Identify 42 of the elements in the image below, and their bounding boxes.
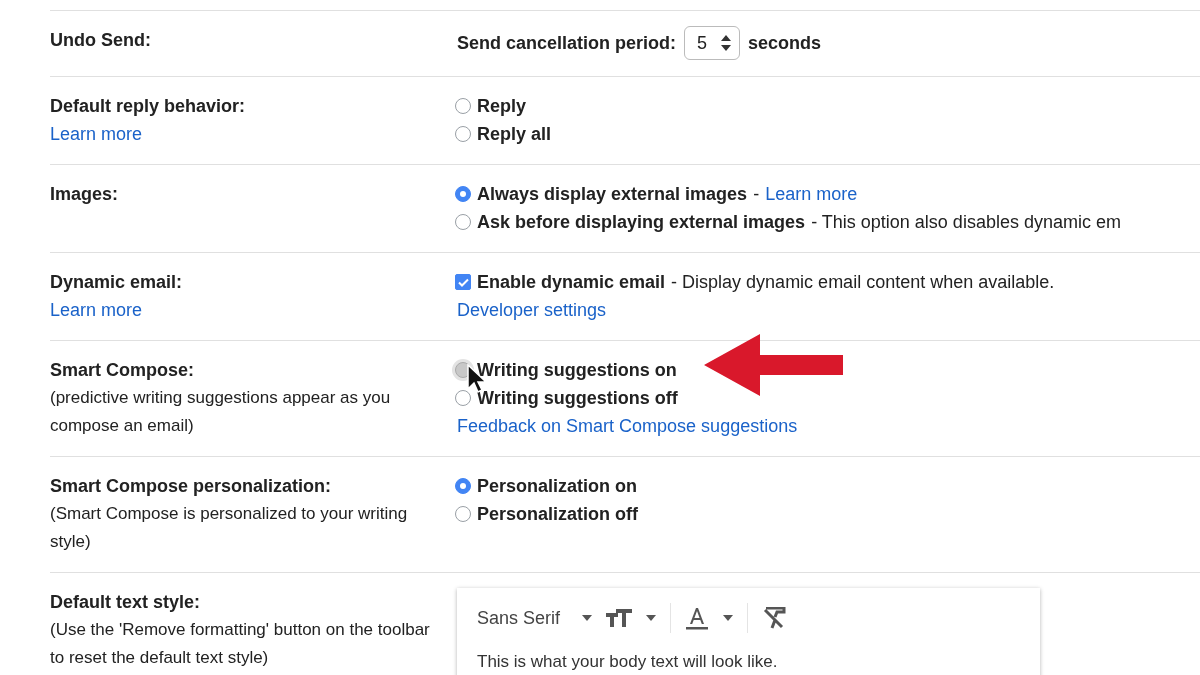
setting-title: Undo Send: <box>50 29 151 52</box>
feedback-link[interactable]: Feedback on Smart Compose suggestions <box>457 412 798 440</box>
unit-label: seconds <box>748 32 822 55</box>
number-select[interactable]: 5 <box>684 26 741 60</box>
setting-title: Smart Compose personalization: <box>50 475 332 498</box>
text-color-icon[interactable] <box>685 606 710 630</box>
option-note: - Display dynamic email content when available. <box>671 271 1055 294</box>
field-label: Send cancellation period: <box>457 32 677 55</box>
caret-icon <box>723 615 734 621</box>
caret-icon <box>582 615 593 621</box>
option-label: Personalization on <box>477 475 638 498</box>
setting-title: Dynamic email: <box>50 271 183 294</box>
remove-formatting-icon[interactable] <box>762 607 787 629</box>
learn-more-link[interactable]: Learn more <box>50 296 143 324</box>
font-dropdown[interactable]: Sans Serif <box>477 607 561 629</box>
text-size-icon[interactable] <box>606 609 633 627</box>
option-label: Ask before displaying external images <box>477 211 806 234</box>
option-note: - This option also disables dynamic em <box>811 211 1121 234</box>
option-label: Writing suggestions on <box>477 359 677 382</box>
checkbox[interactable] <box>455 274 471 290</box>
setting-description: (Use the 'Remove formatting' button on the toolbar to reset the default text style) <box>50 619 431 669</box>
setting-title: Smart Compose: <box>50 359 195 382</box>
setting-description: (Smart Compose is personalized to your writing style) <box>50 503 409 553</box>
caret-icon <box>646 615 657 621</box>
sample-text: This is what your body text will look like. <box>477 652 779 672</box>
setting-title: Default reply behavior: <box>50 95 246 118</box>
option-note: - <box>753 183 760 206</box>
option-label: Enable dynamic email <box>477 271 666 294</box>
option-label: Always display external images <box>477 183 748 206</box>
option-label: Writing suggestions off <box>477 387 678 410</box>
spinner-arrows-icon[interactable] <box>721 35 732 51</box>
option-label: Reply <box>477 95 527 118</box>
developer-settings-link[interactable]: Developer settings <box>457 296 607 324</box>
option-label: Reply all <box>477 123 552 146</box>
setting-description: (predictive writing suggestions appear as you compose an email) <box>50 387 392 437</box>
setting-title: Images: <box>50 183 119 206</box>
learn-more-link[interactable]: Learn more <box>765 180 858 208</box>
setting-title: Default text style: <box>50 591 201 614</box>
learn-more-link[interactable]: Learn more <box>50 120 143 148</box>
radio-button[interactable] <box>455 478 471 494</box>
radio-button[interactable] <box>455 186 471 202</box>
option-label: Personalization off <box>477 503 638 526</box>
